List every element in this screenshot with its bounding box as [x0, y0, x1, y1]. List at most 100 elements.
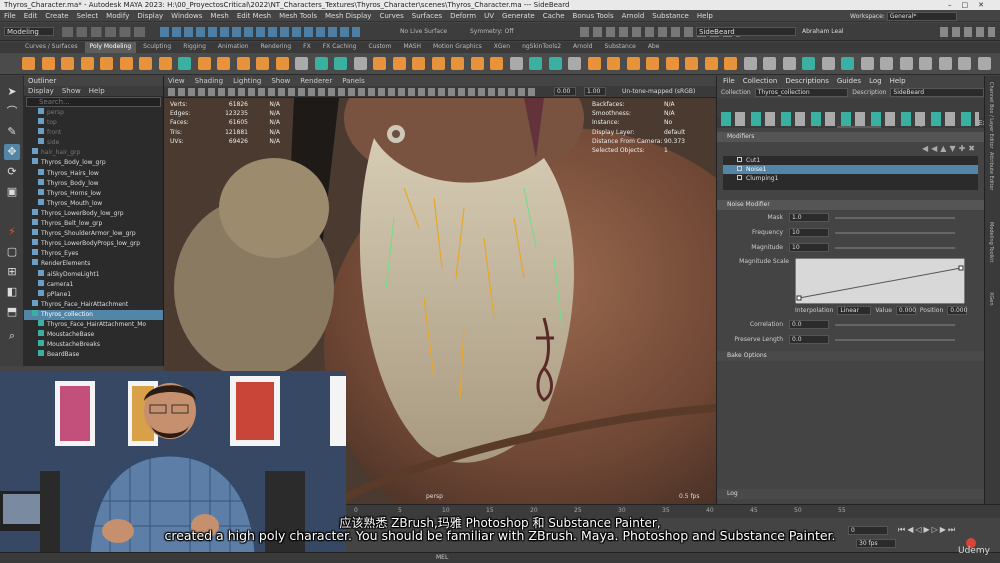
xgen-menu-item[interactable]: Descriptions [785, 76, 829, 86]
outliner-item[interactable]: RenderElements [24, 259, 163, 269]
outliner-menu-item[interactable]: Display [28, 86, 54, 96]
modifier-checkbox[interactable] [737, 157, 742, 162]
shelf-tool-icon[interactable] [938, 57, 952, 70]
outliner-item[interactable]: Thyros_Belt_low_grp [24, 219, 163, 229]
shelf-tool-icon[interactable] [626, 57, 640, 70]
layout-single-icon[interactable]: ▢ [4, 244, 20, 260]
modifiers-section-header[interactable]: Modifiers [717, 132, 984, 142]
shelf-tool-icon[interactable] [217, 57, 230, 70]
menu-item[interactable]: File [4, 12, 16, 20]
outliner-item[interactable]: Thyros_LowerBody_low_grp [24, 208, 163, 219]
magnitude-scale-ramp[interactable] [795, 258, 965, 304]
shelf-tool-icon[interactable] [100, 57, 113, 70]
panel-toggle-icons[interactable] [940, 27, 995, 37]
layout-four-icon[interactable]: ⊞ [4, 264, 20, 280]
viewport-menu-item[interactable]: View [168, 76, 185, 86]
scale-tool-icon[interactable]: ▣ [4, 184, 20, 200]
menu-item[interactable]: Mesh [210, 12, 228, 20]
viewport-menu-item[interactable]: Lighting [233, 76, 261, 86]
workspace-value[interactable]: General* [886, 12, 957, 21]
side-panel-tab[interactable]: Channel Box / Layer Editor [988, 82, 994, 149]
xgen-menu-item[interactable]: Guides [837, 76, 861, 86]
paint-select-icon[interactable]: ✎ [4, 124, 20, 140]
noise-modifier-header[interactable]: Noise Modifier [717, 200, 984, 210]
outliner-item[interactable]: BeardBase [24, 350, 163, 360]
lasso-tool-icon[interactable]: ⌒ [4, 104, 20, 120]
search-field[interactable]: SideBeard [696, 27, 796, 36]
shelf-tab[interactable]: Poly Modeling [84, 42, 137, 53]
property-field[interactable]: 10 [789, 243, 829, 252]
outliner-item[interactable]: MoustacheBase [24, 330, 163, 340]
shelf-tab[interactable]: Rigging [178, 42, 211, 53]
menu-item[interactable]: Modify [106, 12, 129, 20]
shelf-tool-icon[interactable] [782, 57, 796, 70]
property-field[interactable]: 10 [789, 228, 829, 237]
property-field[interactable]: 1.0 [789, 213, 829, 222]
shelf-tab[interactable]: Arnold [568, 42, 597, 53]
property-slider[interactable] [835, 338, 955, 341]
ramp-value-field[interactable]: 0.000 [895, 306, 916, 315]
shelf-tool-icon[interactable] [22, 57, 35, 70]
shelf-tool-icon[interactable] [61, 57, 74, 70]
search-icon[interactable]: ⌕ [4, 328, 20, 344]
menu-item[interactable]: Select [77, 12, 99, 20]
outliner-item[interactable]: Thyros_Face_HairAttachment_Mo [24, 319, 163, 330]
xgen-toolbar-icons[interactable] [721, 112, 979, 126]
menu-item[interactable]: Edit Mesh [237, 12, 271, 20]
select-tool-icon[interactable]: ➤ [4, 84, 20, 100]
shelf-tool-icon[interactable] [314, 57, 328, 70]
shelf-tool-icon[interactable] [724, 57, 737, 70]
shelf-tool-icon[interactable] [607, 57, 620, 70]
file-icons[interactable] [62, 27, 152, 37]
outliner-item[interactable]: camera1 [24, 279, 163, 290]
shelf-tab[interactable]: ngSkinTools2 [517, 42, 566, 53]
mel-label[interactable]: MEL [436, 554, 448, 561]
outliner-item[interactable]: persp [24, 108, 163, 118]
menuset-dropdown[interactable]: Modeling [4, 27, 54, 36]
shelf-tab[interactable]: XGen [489, 42, 515, 53]
side-panel-tab[interactable]: Modeling Toolkit [988, 222, 994, 262]
shelf-tab[interactable]: Substance [599, 42, 640, 53]
menu-item[interactable]: Deform [450, 12, 476, 20]
ramp-position-field[interactable]: 0.000 [947, 306, 967, 315]
shelf-tab[interactable]: Custom [363, 42, 396, 53]
gamma-field[interactable]: 1.00 [584, 87, 606, 96]
shelf-tool-icon[interactable] [646, 57, 659, 70]
outliner-item[interactable]: aiSkyDomeLight1 [24, 269, 163, 280]
description-dropdown[interactable]: SideBeard [890, 87, 984, 97]
menu-item[interactable]: Help [697, 12, 713, 20]
shelf-tool-icon[interactable] [977, 57, 991, 70]
shelf-tab[interactable]: Abe [643, 42, 665, 53]
outliner-item[interactable]: Thyros_Mouth_low [24, 198, 163, 209]
outliner-search-input[interactable]: Search... [26, 97, 161, 107]
modifier-item[interactable]: Cut1 [723, 156, 978, 165]
shelf-tool-icon[interactable] [431, 57, 445, 70]
selection-mask-icons[interactable] [160, 27, 360, 37]
outliner-item[interactable]: Thyros_Body_low [24, 178, 163, 189]
menu-item[interactable]: Display [137, 12, 163, 20]
shelf-tool-icon[interactable] [178, 57, 191, 70]
outliner-menu-item[interactable]: Show [62, 86, 81, 96]
menu-item[interactable]: UV [484, 12, 494, 20]
shelf-tool-icon[interactable] [295, 57, 308, 70]
outliner-item[interactable]: hair_hair_grp [24, 148, 163, 158]
menu-item[interactable]: Surfaces [412, 12, 442, 20]
shelf-tool-icon[interactable] [899, 57, 913, 70]
shelf-tool-icon[interactable] [568, 57, 581, 70]
layout-stack-icon[interactable]: ⬒ [4, 304, 20, 320]
symmetry-setting[interactable]: Symmetry: Off [470, 28, 513, 35]
outliner-item[interactable]: top [24, 118, 163, 128]
shelf-tool-icon[interactable] [119, 57, 133, 70]
shelf-tool-icon[interactable] [256, 57, 269, 70]
outliner-item[interactable]: Thyros_Eyes [24, 249, 163, 259]
shelf-tab[interactable]: Animation [213, 42, 254, 53]
interpolation-dropdown[interactable]: Linear [837, 306, 872, 315]
menu-item[interactable]: Mesh Display [325, 12, 371, 20]
shelf-tool-icon[interactable] [841, 57, 854, 70]
outliner-menu-item[interactable]: Help [89, 86, 105, 96]
shelf-tab[interactable]: Rendering [256, 42, 297, 53]
modifier-checkbox[interactable] [737, 166, 742, 171]
shelf-tool-icon[interactable] [704, 57, 718, 70]
shelf-tool-icon[interactable] [334, 57, 347, 70]
log-header[interactable]: Log [717, 489, 984, 499]
